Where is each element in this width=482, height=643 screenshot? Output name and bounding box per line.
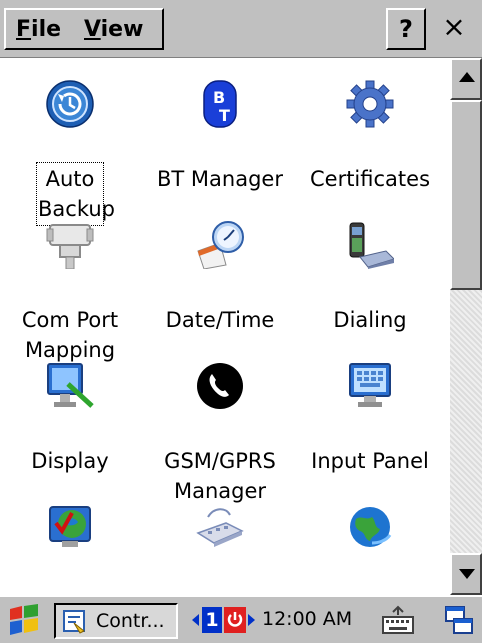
item-label: Date/Time xyxy=(150,305,290,335)
phone-modem-icon xyxy=(349,222,394,269)
item-auto-backup[interactable]: Auto Backup xyxy=(0,80,140,226)
item-label-line1: Certificates xyxy=(309,167,431,191)
item-label-line1: Auto xyxy=(45,167,95,191)
item-label-line2: Manager xyxy=(173,479,267,503)
arrow-down-icon xyxy=(459,569,475,579)
menu-bar: File View ? × xyxy=(0,0,482,58)
input-panel-icon xyxy=(349,363,391,407)
serial-port-icon xyxy=(46,224,94,269)
system-tray: 1 12:00 AM xyxy=(186,599,482,639)
calendar-clock-icon xyxy=(197,221,244,269)
item-bt-manager[interactable]: B T BT Manager xyxy=(150,80,290,200)
help-button[interactable]: ? xyxy=(386,8,426,50)
scroll-thumb[interactable] xyxy=(450,100,482,290)
clock[interactable]: 12:00 AM xyxy=(262,608,352,630)
item-display[interactable]: Display xyxy=(0,362,140,482)
scroll-down-button[interactable] xyxy=(450,553,482,595)
item-label-line1: GSM/GPRS xyxy=(164,449,276,473)
control-panel-icon xyxy=(63,610,85,634)
network-globe-check-icon xyxy=(49,506,91,547)
item-label-line2: Backup xyxy=(38,197,115,221)
menu-view-accelerator: V xyxy=(84,17,101,42)
item-label-line2: Mapping xyxy=(24,338,116,362)
menu-group: File View xyxy=(4,8,164,50)
item-label: BT Manager xyxy=(150,164,290,194)
control-panel-view: Auto Backup B T BT Manager Certificates … xyxy=(0,58,450,595)
item-label-line1: Display xyxy=(31,449,109,473)
item-certificates[interactable]: Certificates xyxy=(300,80,440,200)
keyboard-input-icon[interactable] xyxy=(380,603,416,637)
arrow-up-icon xyxy=(459,72,475,82)
phone-handset-icon xyxy=(197,363,243,409)
menu-file-label: ile xyxy=(31,17,62,42)
item-gsm-gprs-manager[interactable]: GSM/GPRS Manager xyxy=(150,362,290,503)
item-keyboard[interactable] xyxy=(150,503,290,595)
scroll-up-button[interactable] xyxy=(450,58,482,100)
globe-icon xyxy=(350,507,392,547)
svg-text:T: T xyxy=(219,106,230,125)
bluetooth-icon: B T xyxy=(203,80,237,128)
auto-backup-icon xyxy=(46,80,94,128)
menu-file-accelerator: F xyxy=(16,17,32,42)
item-label-line1: Dialing xyxy=(333,308,407,332)
item-label: Certificates xyxy=(300,164,440,194)
item-label-line1: Date/Time xyxy=(165,308,275,332)
start-windows-flag-icon[interactable] xyxy=(6,603,42,637)
close-button[interactable]: × xyxy=(434,8,474,50)
task-button-label: Contr... xyxy=(96,610,165,632)
item-label-line1: Input Panel xyxy=(311,449,429,473)
item-input-panel[interactable]: Input Panel xyxy=(300,362,440,482)
item-label: Dialing xyxy=(300,305,440,335)
item-label: GSM/GPRS Manager xyxy=(150,446,290,506)
item-network[interactable] xyxy=(0,503,140,595)
switch-windows-icon[interactable] xyxy=(444,603,474,637)
taskbar: Contr... 1 12:00 AM xyxy=(0,595,482,643)
vertical-scrollbar[interactable] xyxy=(450,58,482,595)
desktop-number[interactable]: 1 xyxy=(202,607,222,633)
power-icon[interactable] xyxy=(224,607,246,633)
item-internet-options[interactable] xyxy=(300,503,440,595)
gear-icon xyxy=(346,80,394,128)
item-label: Auto Backup xyxy=(36,162,115,226)
keyboard-icon xyxy=(196,508,244,547)
item-label: Display xyxy=(0,446,140,476)
next-desktop-icon[interactable] xyxy=(248,614,255,626)
item-date-time[interactable]: Date/Time xyxy=(150,221,290,341)
svg-text:B: B xyxy=(213,88,225,107)
menu-view[interactable]: View xyxy=(84,17,143,42)
item-label: Com Port Mapping xyxy=(0,305,140,365)
display-icon xyxy=(47,363,94,408)
task-control-panel-button[interactable]: Contr... xyxy=(54,603,178,639)
item-label-line1: Com Port xyxy=(21,308,119,332)
item-label-line1: BT Manager xyxy=(157,167,283,191)
menu-view-label: iew xyxy=(100,17,144,42)
item-com-port-mapping[interactable]: Com Port Mapping xyxy=(0,221,140,362)
previous-desktop-icon[interactable] xyxy=(192,614,199,626)
item-label: Input Panel xyxy=(300,446,440,476)
menu-file[interactable]: File xyxy=(16,17,61,42)
item-dialing[interactable]: Dialing xyxy=(300,221,440,341)
